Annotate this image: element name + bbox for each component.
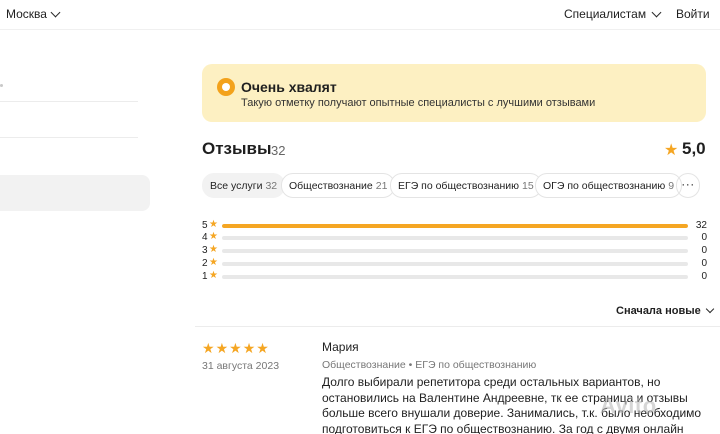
filter-chip-all[interactable]: Все услуги 32 <box>202 173 286 198</box>
sidebar-divider <box>0 137 138 138</box>
rating-row-2[interactable]: 2 ★ 0 <box>202 257 707 270</box>
rating-bar-track <box>222 262 688 266</box>
rating-row-5[interactable]: 5 ★ 32 <box>202 219 707 232</box>
banner-subtitle: Такую отметку получают опытные специалис… <box>241 97 596 109</box>
rating-value: 4 <box>202 232 208 243</box>
banner-title: Очень хвалят <box>241 79 337 95</box>
highlight-banner: Очень хвалят Такую отметку получают опыт… <box>202 64 706 122</box>
star-icon: ★ <box>209 219 218 230</box>
reviews-count: 32 <box>271 143 286 158</box>
chip-label: ЕГЭ по обществознанию <box>398 180 520 192</box>
review-service: Обществознание • ЕГЭ по обществознанию <box>322 359 537 371</box>
review-date: 31 августа 2023 <box>202 360 280 372</box>
chip-label: ОГЭ по обществознанию <box>543 180 666 192</box>
specialists-label: Специалистам <box>564 7 647 21</box>
rating-count: 0 <box>701 245 707 256</box>
rating-value: 2 <box>202 258 208 269</box>
chevron-down-icon <box>651 7 662 17</box>
rating-count: 0 <box>701 232 707 243</box>
chevron-down-icon <box>50 7 61 17</box>
rating-row-3[interactable]: 3 ★ 0 <box>202 244 707 257</box>
review-stars: ★★★★★ <box>202 340 270 357</box>
chip-label: Обществознание <box>289 180 373 192</box>
sidebar-divider <box>0 101 138 102</box>
filter-chip-ege[interactable]: ЕГЭ по обществознанию 15 <box>390 173 542 198</box>
sort-dropdown[interactable]: Сначала новые <box>616 304 714 317</box>
divider <box>195 326 720 327</box>
rating-count: 0 <box>701 258 707 269</box>
rating-bar-track <box>222 224 688 228</box>
badge-icon <box>217 78 235 96</box>
sidebar-marker <box>0 84 3 87</box>
specialists-menu[interactable]: Специалистам <box>564 7 662 21</box>
chip-count: 9 <box>668 180 675 192</box>
sidebar-item-active[interactable] <box>0 175 150 211</box>
review-author: Мария <box>322 340 359 354</box>
rating-row-4[interactable]: 4 ★ 0 <box>202 231 707 244</box>
star-icon: ★ <box>229 340 243 356</box>
reviews-title: Отзывы <box>202 139 272 158</box>
star-icon: ★ <box>664 142 679 159</box>
rating-count: 0 <box>701 271 707 282</box>
rating-bar-track <box>222 249 688 253</box>
chip-count: 21 <box>375 180 388 192</box>
chevron-down-icon <box>705 304 714 314</box>
city-selector[interactable]: Москва <box>6 7 61 21</box>
rating-bar-track <box>222 236 688 240</box>
top-bar: Москва Специалистам Войти <box>0 0 720 30</box>
rating-value: 1 <box>202 271 208 282</box>
star-icon: ★ <box>202 340 216 356</box>
login-link[interactable]: Войти <box>676 7 710 21</box>
chip-count: 15 <box>522 180 534 192</box>
city-label: Москва <box>6 7 47 21</box>
chip-label: Все услуги <box>210 180 263 192</box>
star-half-icon: ★ <box>256 340 270 356</box>
sort-label: Сначала новые <box>616 305 701 317</box>
rating-bar-fill <box>222 224 688 228</box>
star-icon: ★ <box>209 231 218 242</box>
star-icon: ★ <box>209 257 218 268</box>
average-rating: 5,0 <box>682 139 706 158</box>
rating-bar-track <box>222 275 688 279</box>
rating-value: 3 <box>202 245 208 256</box>
watermark-logo: Avito <box>600 393 657 418</box>
star-icon: ★ <box>209 244 218 255</box>
rating-value: 5 <box>202 220 208 231</box>
star-icon: ★ <box>209 270 218 281</box>
filter-chip-social-studies[interactable]: Обществознание 21 <box>281 173 396 198</box>
star-icon: ★ <box>215 340 230 356</box>
chip-count: 32 <box>265 180 278 192</box>
filter-chip-oge[interactable]: ОГЭ по обществознанию 9 <box>535 173 683 198</box>
star-icon: ★ <box>242 340 257 356</box>
rating-row-1[interactable]: 1 ★ 0 <box>202 270 707 283</box>
rating-count: 32 <box>695 220 707 231</box>
more-filters-button[interactable]: ··· <box>676 173 700 198</box>
